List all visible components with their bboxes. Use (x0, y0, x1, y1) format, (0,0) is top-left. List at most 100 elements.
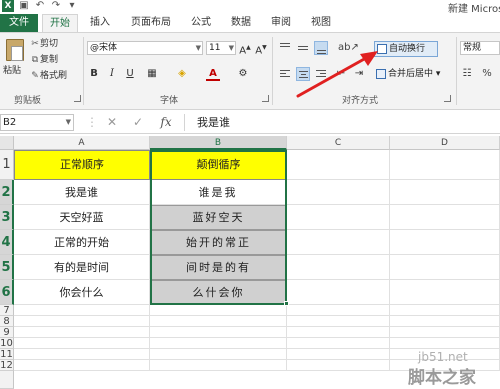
cell-b2[interactable]: 谁是我 (150, 180, 287, 205)
bold-button[interactable]: B (87, 67, 101, 81)
cell-a10[interactable] (14, 338, 150, 349)
cell-d8[interactable] (390, 316, 500, 327)
cell-b6[interactable]: 么什会你 (150, 280, 287, 305)
row-header-5[interactable]: 5 (0, 255, 14, 280)
cell-b11[interactable] (150, 349, 287, 360)
percent-icon[interactable]: % (480, 67, 494, 81)
tab-home[interactable]: 开始 (42, 14, 78, 32)
cell-d10[interactable] (390, 338, 500, 349)
cell-a12[interactable] (14, 360, 150, 371)
align-top-icon[interactable] (278, 41, 292, 55)
cell-a6[interactable]: 你会什么 (14, 280, 150, 305)
column-header-b[interactable]: B (150, 136, 287, 150)
cell-c10[interactable] (287, 338, 390, 349)
font-color-icon[interactable]: A (206, 67, 220, 81)
column-header-d[interactable]: D (390, 136, 500, 150)
borders-icon[interactable]: ▦ (145, 67, 159, 81)
cell-a8[interactable] (14, 316, 150, 327)
align-middle-icon[interactable] (296, 41, 310, 55)
cell-a4[interactable]: 正常的开始 (14, 230, 150, 255)
tab-file[interactable]: 文件 (0, 14, 38, 32)
font-settings-icon[interactable]: ⚙ (236, 67, 250, 81)
tab-page-layout[interactable]: 页面布局 (124, 14, 178, 32)
cell-b10[interactable] (150, 338, 287, 349)
cell-d3[interactable] (390, 205, 500, 230)
shrink-font-icon[interactable]: A▼ (254, 41, 268, 56)
fill-handle[interactable] (284, 301, 289, 306)
fill-color-icon[interactable]: ◈ (175, 67, 189, 81)
copy-button[interactable]: ⧉ 复制 (30, 53, 58, 67)
decrease-indent-icon[interactable]: ⇤ (334, 67, 348, 81)
align-left-icon[interactable] (278, 67, 292, 81)
cell-c7[interactable] (287, 305, 390, 316)
row-header-1[interactable]: 1 (0, 150, 14, 180)
increase-indent-icon[interactable]: ⇥ (352, 67, 366, 81)
align-right-icon[interactable] (314, 67, 328, 81)
paste-button[interactable]: 粘贴 (3, 64, 21, 78)
grow-font-icon[interactable]: A▲ (238, 41, 252, 56)
row-header-10[interactable]: 10 (0, 338, 14, 349)
cell-c2[interactable] (287, 180, 390, 205)
cell-d7[interactable] (390, 305, 500, 316)
cell-b3[interactable]: 蓝好空天 (150, 205, 287, 230)
merge-center-button[interactable]: 合并后居中 ▾ (374, 67, 454, 81)
insert-function-icon[interactable]: fx (158, 114, 174, 130)
tab-insert[interactable]: 插入 (84, 14, 116, 32)
orientation-icon[interactable]: ab↗ (338, 41, 359, 55)
cell-c4[interactable] (287, 230, 390, 255)
number-format-select[interactable]: 常规 (460, 41, 500, 55)
cell-d9[interactable] (390, 327, 500, 338)
cell-c12[interactable] (287, 360, 390, 371)
row-header-8[interactable]: 8 (0, 316, 14, 327)
row-header-9[interactable]: 9 (0, 327, 14, 338)
cell-a3[interactable]: 天空好蓝 (14, 205, 150, 230)
customize-icon[interactable]: ▾ (66, 0, 78, 12)
row-header-6[interactable]: 6 (0, 280, 14, 305)
cell-b8[interactable] (150, 316, 287, 327)
cell-c1[interactable] (287, 150, 390, 180)
font-size-select[interactable]: 11 ▼ (206, 41, 236, 55)
cell-c6[interactable] (287, 280, 390, 305)
cell-c5[interactable] (287, 255, 390, 280)
enter-icon[interactable]: ✓ (130, 114, 146, 130)
cell-a11[interactable] (14, 349, 150, 360)
currency-icon[interactable]: ☷ (460, 67, 474, 81)
underline-button[interactable]: U (123, 67, 137, 81)
cell-b1[interactable]: 颠倒循序 (150, 150, 287, 180)
cell-c11[interactable] (287, 349, 390, 360)
select-all-corner[interactable] (0, 136, 14, 150)
cell-b5[interactable]: 间时是的有 (150, 255, 287, 280)
cell-b7[interactable] (150, 305, 287, 316)
cell-a1[interactable]: 正常顺序 (14, 150, 150, 180)
tab-view[interactable]: 视图 (306, 14, 336, 32)
row-header-3[interactable]: 3 (0, 205, 14, 230)
cell-d6[interactable] (390, 280, 500, 305)
column-header-a[interactable]: A (14, 136, 150, 150)
cell-c9[interactable] (287, 327, 390, 338)
row-header-4[interactable]: 4 (0, 230, 14, 255)
cell-b4[interactable]: 始开的常正 (150, 230, 287, 255)
row-header-11[interactable]: 11 (0, 349, 14, 360)
format-painter-button[interactable]: ✎格式刷 (30, 69, 67, 83)
cell-a2[interactable]: 我是谁 (14, 180, 150, 205)
row-header-2[interactable]: 2 (0, 180, 14, 205)
wrap-text-button[interactable]: 自动换行 (374, 41, 438, 57)
cell-b9[interactable] (150, 327, 287, 338)
cell-a5[interactable]: 有的是时间 (14, 255, 150, 280)
font-launcher-icon[interactable] (262, 95, 269, 102)
cell-d1[interactable] (390, 150, 500, 180)
font-name-select[interactable]: @宋体 ▼ (87, 41, 203, 55)
cell-b12[interactable] (150, 360, 287, 371)
alignment-launcher-icon[interactable] (444, 95, 451, 102)
italic-button[interactable]: I (105, 67, 119, 81)
cell-d2[interactable] (390, 180, 500, 205)
tab-review[interactable]: 审阅 (266, 14, 296, 32)
clipboard-launcher-icon[interactable] (74, 95, 81, 102)
cell-a9[interactable] (14, 327, 150, 338)
cell-d5[interactable] (390, 255, 500, 280)
align-center-icon[interactable] (296, 67, 310, 81)
formula-input[interactable]: 我是谁 (184, 114, 500, 131)
cancel-icon[interactable]: ✕ (104, 114, 120, 130)
cell-d4[interactable] (390, 230, 500, 255)
tab-formulas[interactable]: 公式 (186, 14, 216, 32)
